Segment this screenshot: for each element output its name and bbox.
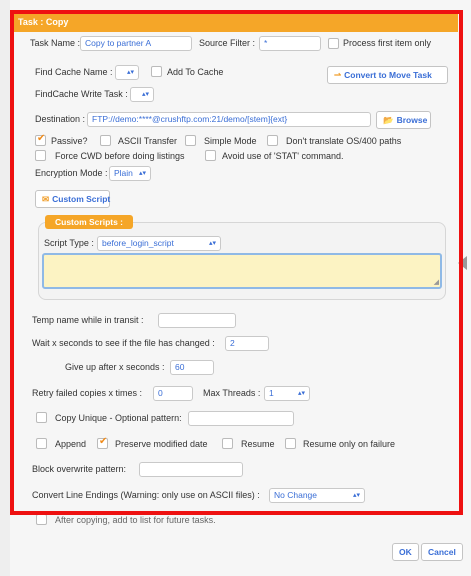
- process-first-label: Process first item only: [343, 38, 432, 48]
- destination-label: Destination :: [35, 114, 86, 124]
- add-to-cache-label: Add To Cache: [167, 67, 224, 77]
- task-name-label: Task Name :: [30, 38, 81, 48]
- line-endings-label: Convert Line Endings (Warning: only use …: [32, 490, 260, 500]
- encryption-value: Plain: [114, 168, 133, 178]
- preserve-label: Preserve modified date: [115, 439, 208, 449]
- convert-move-button[interactable]: ⇀ Convert to Move Task: [327, 66, 448, 84]
- select-arrows-icon: ▴▾: [352, 492, 360, 499]
- block-overwrite-input[interactable]: [139, 462, 243, 477]
- process-first-checkbox[interactable]: [328, 38, 339, 49]
- custom-script-label: Custom Script: [52, 194, 111, 204]
- script-type-label: Script Type :: [44, 238, 94, 248]
- max-threads-label: Max Threads :: [203, 388, 261, 398]
- give-up-input[interactable]: 60: [170, 360, 214, 375]
- findcache-write-select[interactable]: ▴▾: [130, 87, 154, 102]
- script-type-select[interactable]: before_login_script ▴▾: [97, 236, 221, 251]
- avoid-stat-checkbox[interactable]: [205, 150, 216, 161]
- ascii-label: ASCII Transfer: [118, 136, 178, 146]
- append-label: Append: [55, 439, 87, 449]
- find-cache-select[interactable]: ▴▾: [115, 65, 139, 80]
- dialog-title: Task : Copy: [12, 12, 458, 32]
- line-endings-select[interactable]: No Change ▴▾: [269, 488, 365, 503]
- simple-mode-checkbox[interactable]: [185, 135, 196, 146]
- after-copying-label: After copying, add to list for future ta…: [55, 515, 216, 525]
- avoid-stat-label: Avoid use of 'STAT' command.: [222, 151, 344, 161]
- select-arrows-icon: ▴▾: [297, 390, 305, 397]
- encryption-select[interactable]: Plain ▴▾: [109, 166, 151, 181]
- temp-name-input[interactable]: [158, 313, 236, 328]
- no-translate-checkbox[interactable]: [267, 135, 278, 146]
- arrow-right-icon: ⇀: [334, 70, 342, 80]
- select-arrows-icon: ▴▾: [138, 170, 146, 177]
- retry-label: Retry failed copies x times :: [32, 388, 143, 398]
- retry-input[interactable]: 0: [153, 386, 193, 401]
- script-icon: ✉: [42, 194, 50, 204]
- source-filter-label: Source Filter :: [199, 38, 256, 48]
- select-arrows-icon: ▴▾: [208, 240, 216, 247]
- browse-button[interactable]: 📂 Browse: [376, 111, 431, 129]
- script-textarea[interactable]: ◢: [42, 253, 442, 289]
- custom-script-button[interactable]: ✉ Custom Script: [35, 190, 110, 208]
- max-threads-select[interactable]: 1 ▴▾: [264, 386, 310, 401]
- copy-unique-label: Copy Unique - Optional pattern:: [55, 413, 182, 423]
- script-type-value: before_login_script: [102, 238, 174, 248]
- wait-seconds-input[interactable]: 2: [225, 336, 269, 351]
- block-overwrite-label: Block overwrite pattern:: [32, 464, 127, 474]
- resume-fail-label: Resume only on failure: [303, 439, 396, 449]
- max-threads-value: 1: [269, 388, 274, 398]
- ok-button[interactable]: OK: [392, 543, 419, 561]
- task-name-input[interactable]: Copy to partner A: [80, 36, 192, 51]
- give-up-label: Give up after x seconds :: [65, 362, 165, 372]
- resume-label: Resume: [241, 439, 275, 449]
- simple-mode-label: Simple Mode: [204, 136, 257, 146]
- append-checkbox[interactable]: [36, 438, 47, 449]
- preserve-checkbox[interactable]: [97, 436, 108, 449]
- temp-name-label: Temp name while in transit :: [32, 315, 144, 325]
- copy-unique-input[interactable]: [188, 411, 294, 426]
- custom-scripts-title: Custom Scripts :: [45, 215, 134, 229]
- resume-checkbox[interactable]: [222, 438, 233, 449]
- find-cache-label: Find Cache Name :: [35, 67, 113, 77]
- resume-fail-checkbox[interactable]: [285, 438, 296, 449]
- convert-move-label: Convert to Move Task: [344, 70, 432, 80]
- after-copying-checkbox[interactable]: [36, 514, 47, 525]
- force-cwd-label: Force CWD before doing listings: [55, 151, 185, 161]
- force-cwd-checkbox[interactable]: [35, 150, 46, 161]
- passive-checkbox[interactable]: [35, 133, 46, 146]
- add-to-cache-checkbox[interactable]: [151, 66, 162, 77]
- select-arrows-icon: ▴▾: [141, 91, 149, 98]
- findcache-write-label: FindCache Write Task :: [35, 89, 128, 99]
- ascii-checkbox[interactable]: [100, 135, 111, 146]
- browse-label: Browse: [396, 115, 428, 125]
- resize-grip-icon[interactable]: ◢: [434, 278, 439, 286]
- line-endings-value: No Change: [274, 490, 318, 500]
- encryption-label: Encryption Mode :: [35, 168, 108, 178]
- folder-icon: 📂: [383, 115, 394, 125]
- passive-label: Passive?: [51, 136, 88, 146]
- cancel-button[interactable]: Cancel: [421, 543, 463, 561]
- select-arrows-icon: ▴▾: [126, 69, 134, 76]
- no-translate-label: Don't translate OS/400 paths: [286, 136, 402, 146]
- pointer-arrow-icon: [458, 256, 467, 270]
- copy-unique-checkbox[interactable]: [36, 412, 47, 423]
- wait-seconds-label: Wait x seconds to see if the file has ch…: [32, 338, 215, 348]
- destination-input[interactable]: FTP://demo:****@crushftp.com:21/demo/[st…: [87, 112, 371, 127]
- source-filter-input[interactable]: *: [259, 36, 321, 51]
